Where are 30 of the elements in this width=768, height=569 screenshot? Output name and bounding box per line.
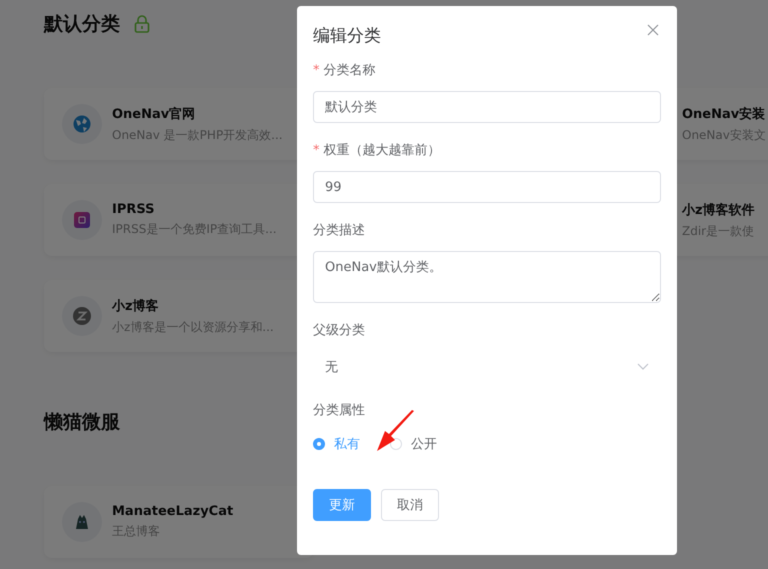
lock-icon [134, 15, 150, 33]
close-icon[interactable] [647, 24, 659, 36]
card-title: 小z博客 [112, 298, 160, 314]
radio-option[interactable]: 私有 [313, 435, 360, 453]
field-label: 权重（越大越靠前） [324, 143, 440, 158]
cancel-button[interactable]: 取消 [381, 489, 439, 521]
description-field[interactable]: OneNav默认分类。 [313, 251, 661, 303]
field-label: 分类名称 [324, 63, 376, 78]
globe-icon [73, 115, 91, 133]
app-icon [74, 212, 90, 228]
required-mark: * [313, 143, 320, 158]
input-field[interactable]: 99 [313, 171, 661, 203]
card-title: OneNav官网 [112, 106, 196, 122]
field-label: 父级分类 [313, 323, 365, 338]
input-field[interactable]: 默认分类 [313, 91, 661, 123]
required-mark: * [313, 63, 320, 78]
z-logo-icon [73, 307, 91, 325]
chevron-down-icon [637, 363, 649, 371]
dialog-title: 编辑分类 [313, 25, 381, 47]
section-title: 懒猫微服 [44, 410, 120, 435]
parent-select[interactable]: 无 [313, 351, 661, 383]
field-label: 分类描述 [313, 223, 365, 238]
update-button[interactable]: 更新 [313, 489, 371, 521]
card-title: IPRSS [112, 202, 156, 217]
field-label: 分类属性 [313, 403, 365, 418]
section-title: 默认分类 [44, 12, 120, 37]
cat-icon [73, 513, 91, 531]
card-title: 小z博客软件 [682, 202, 755, 218]
card-title: OneNav安装 [682, 106, 766, 122]
card-title: ManateeLazyCat [112, 504, 234, 519]
